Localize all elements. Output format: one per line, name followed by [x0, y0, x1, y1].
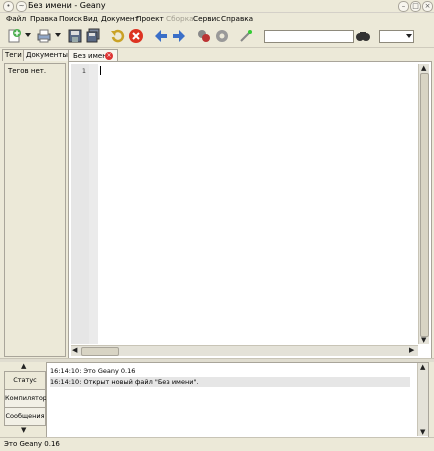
close-tab-icon[interactable]: × [105, 52, 113, 60]
tab-documents[interactable]: Документы [23, 49, 71, 61]
menu-tools[interactable]: Сервис [193, 14, 220, 23]
status-text: Это Geany 0.16 [4, 440, 60, 448]
tab-messages[interactable]: Сообщения [4, 407, 46, 426]
line-number-gutter: 1 [71, 64, 89, 344]
fold-margin[interactable] [89, 64, 98, 344]
close-window-icon[interactable]: × [422, 1, 433, 12]
sidebar-tabs: Теги Документы [2, 49, 71, 61]
sticky-icon[interactable]: ~ [16, 1, 27, 12]
text-caret [100, 66, 101, 75]
menu-project[interactable]: Проект [136, 14, 164, 23]
tab-status[interactable]: Статус [4, 371, 46, 390]
window-title: Без имени - Geany [28, 1, 106, 10]
forward-icon[interactable] [171, 28, 187, 44]
menu-document[interactable]: Документ [101, 14, 139, 23]
scroll-right-icon[interactable]: ▶ [409, 346, 414, 354]
new-file-icon[interactable] [6, 28, 22, 44]
menu-help[interactable]: Справка [221, 14, 253, 23]
toolbar [0, 25, 434, 48]
close-icon[interactable] [128, 28, 144, 44]
scroll-left-icon[interactable]: ◀ [72, 346, 77, 354]
tabs-down-icon[interactable]: ▼ [21, 426, 26, 434]
messages-scroll-down-icon[interactable]: ▼ [420, 428, 425, 436]
scroll-up-icon[interactable]: ▲ [421, 64, 426, 72]
tab-tags[interactable]: Теги [2, 49, 25, 61]
horizontal-scrollbar[interactable]: ◀ ▶ [71, 345, 418, 356]
settings-icon[interactable] [214, 28, 230, 44]
messages-scroll-up-icon[interactable]: ▲ [420, 363, 425, 371]
save-all-icon[interactable] [85, 28, 101, 44]
tab-compiler[interactable]: Компилятор [4, 389, 47, 408]
line-number: 1 [81, 67, 86, 75]
tabs-up-icon[interactable]: ▲ [21, 362, 26, 370]
save-icon[interactable] [67, 28, 83, 44]
new-file-dropdown-icon[interactable] [25, 33, 31, 37]
menu-file[interactable]: Файл [6, 14, 26, 23]
print-icon[interactable] [36, 28, 52, 44]
menu-search[interactable]: Поиск [59, 14, 82, 23]
message-tabs: ▲ Статус Компилятор Сообщения ▼ [4, 362, 47, 436]
vertical-scroll-thumb[interactable] [420, 73, 429, 337]
revert-icon[interactable] [110, 28, 126, 44]
editor-area[interactable]: 1 ▲ ▼ ◀ ▶ [68, 61, 432, 359]
maximize-icon[interactable]: □ [410, 1, 421, 12]
message-line: 16:14:10: Это Geany 0.16 [50, 367, 136, 375]
print-dropdown-icon[interactable] [55, 33, 61, 37]
menu-build[interactable]: Сборка [166, 14, 194, 23]
scroll-down-icon[interactable]: ▼ [421, 336, 426, 344]
goto-line-dropdown-icon[interactable] [406, 34, 412, 38]
status-bar: Это Geany 0.16 [0, 437, 434, 451]
messages-scrollbar[interactable]: ▲ ▼ [417, 363, 428, 436]
vertical-scrollbar[interactable]: ▲ ▼ [418, 64, 429, 344]
no-tags-label: Тегов нет. [8, 67, 47, 75]
message-line: 16:14:10: Открыт новый файл "Без имени". [50, 377, 410, 387]
window-menu-icon[interactable]: • [3, 1, 14, 12]
menu-edit[interactable]: Правка [30, 14, 58, 23]
minimize-icon[interactable]: – [398, 1, 409, 12]
back-icon[interactable] [153, 28, 169, 44]
status-messages-panel[interactable]: 16:14:10: Это Geany 0.16 16:14:10: Откры… [46, 362, 429, 438]
menu-bar: Файл Правка Поиск Вид Документ Проект Сб… [0, 12, 434, 25]
horizontal-scroll-thumb[interactable] [81, 347, 119, 356]
search-icon[interactable] [355, 28, 371, 44]
menu-view[interactable]: Вид [83, 14, 98, 23]
color-picker-icon[interactable] [238, 28, 254, 44]
compile-icon[interactable] [196, 28, 212, 44]
sidebar-panel: Тегов нет. [4, 63, 66, 357]
search-input[interactable] [264, 30, 354, 43]
